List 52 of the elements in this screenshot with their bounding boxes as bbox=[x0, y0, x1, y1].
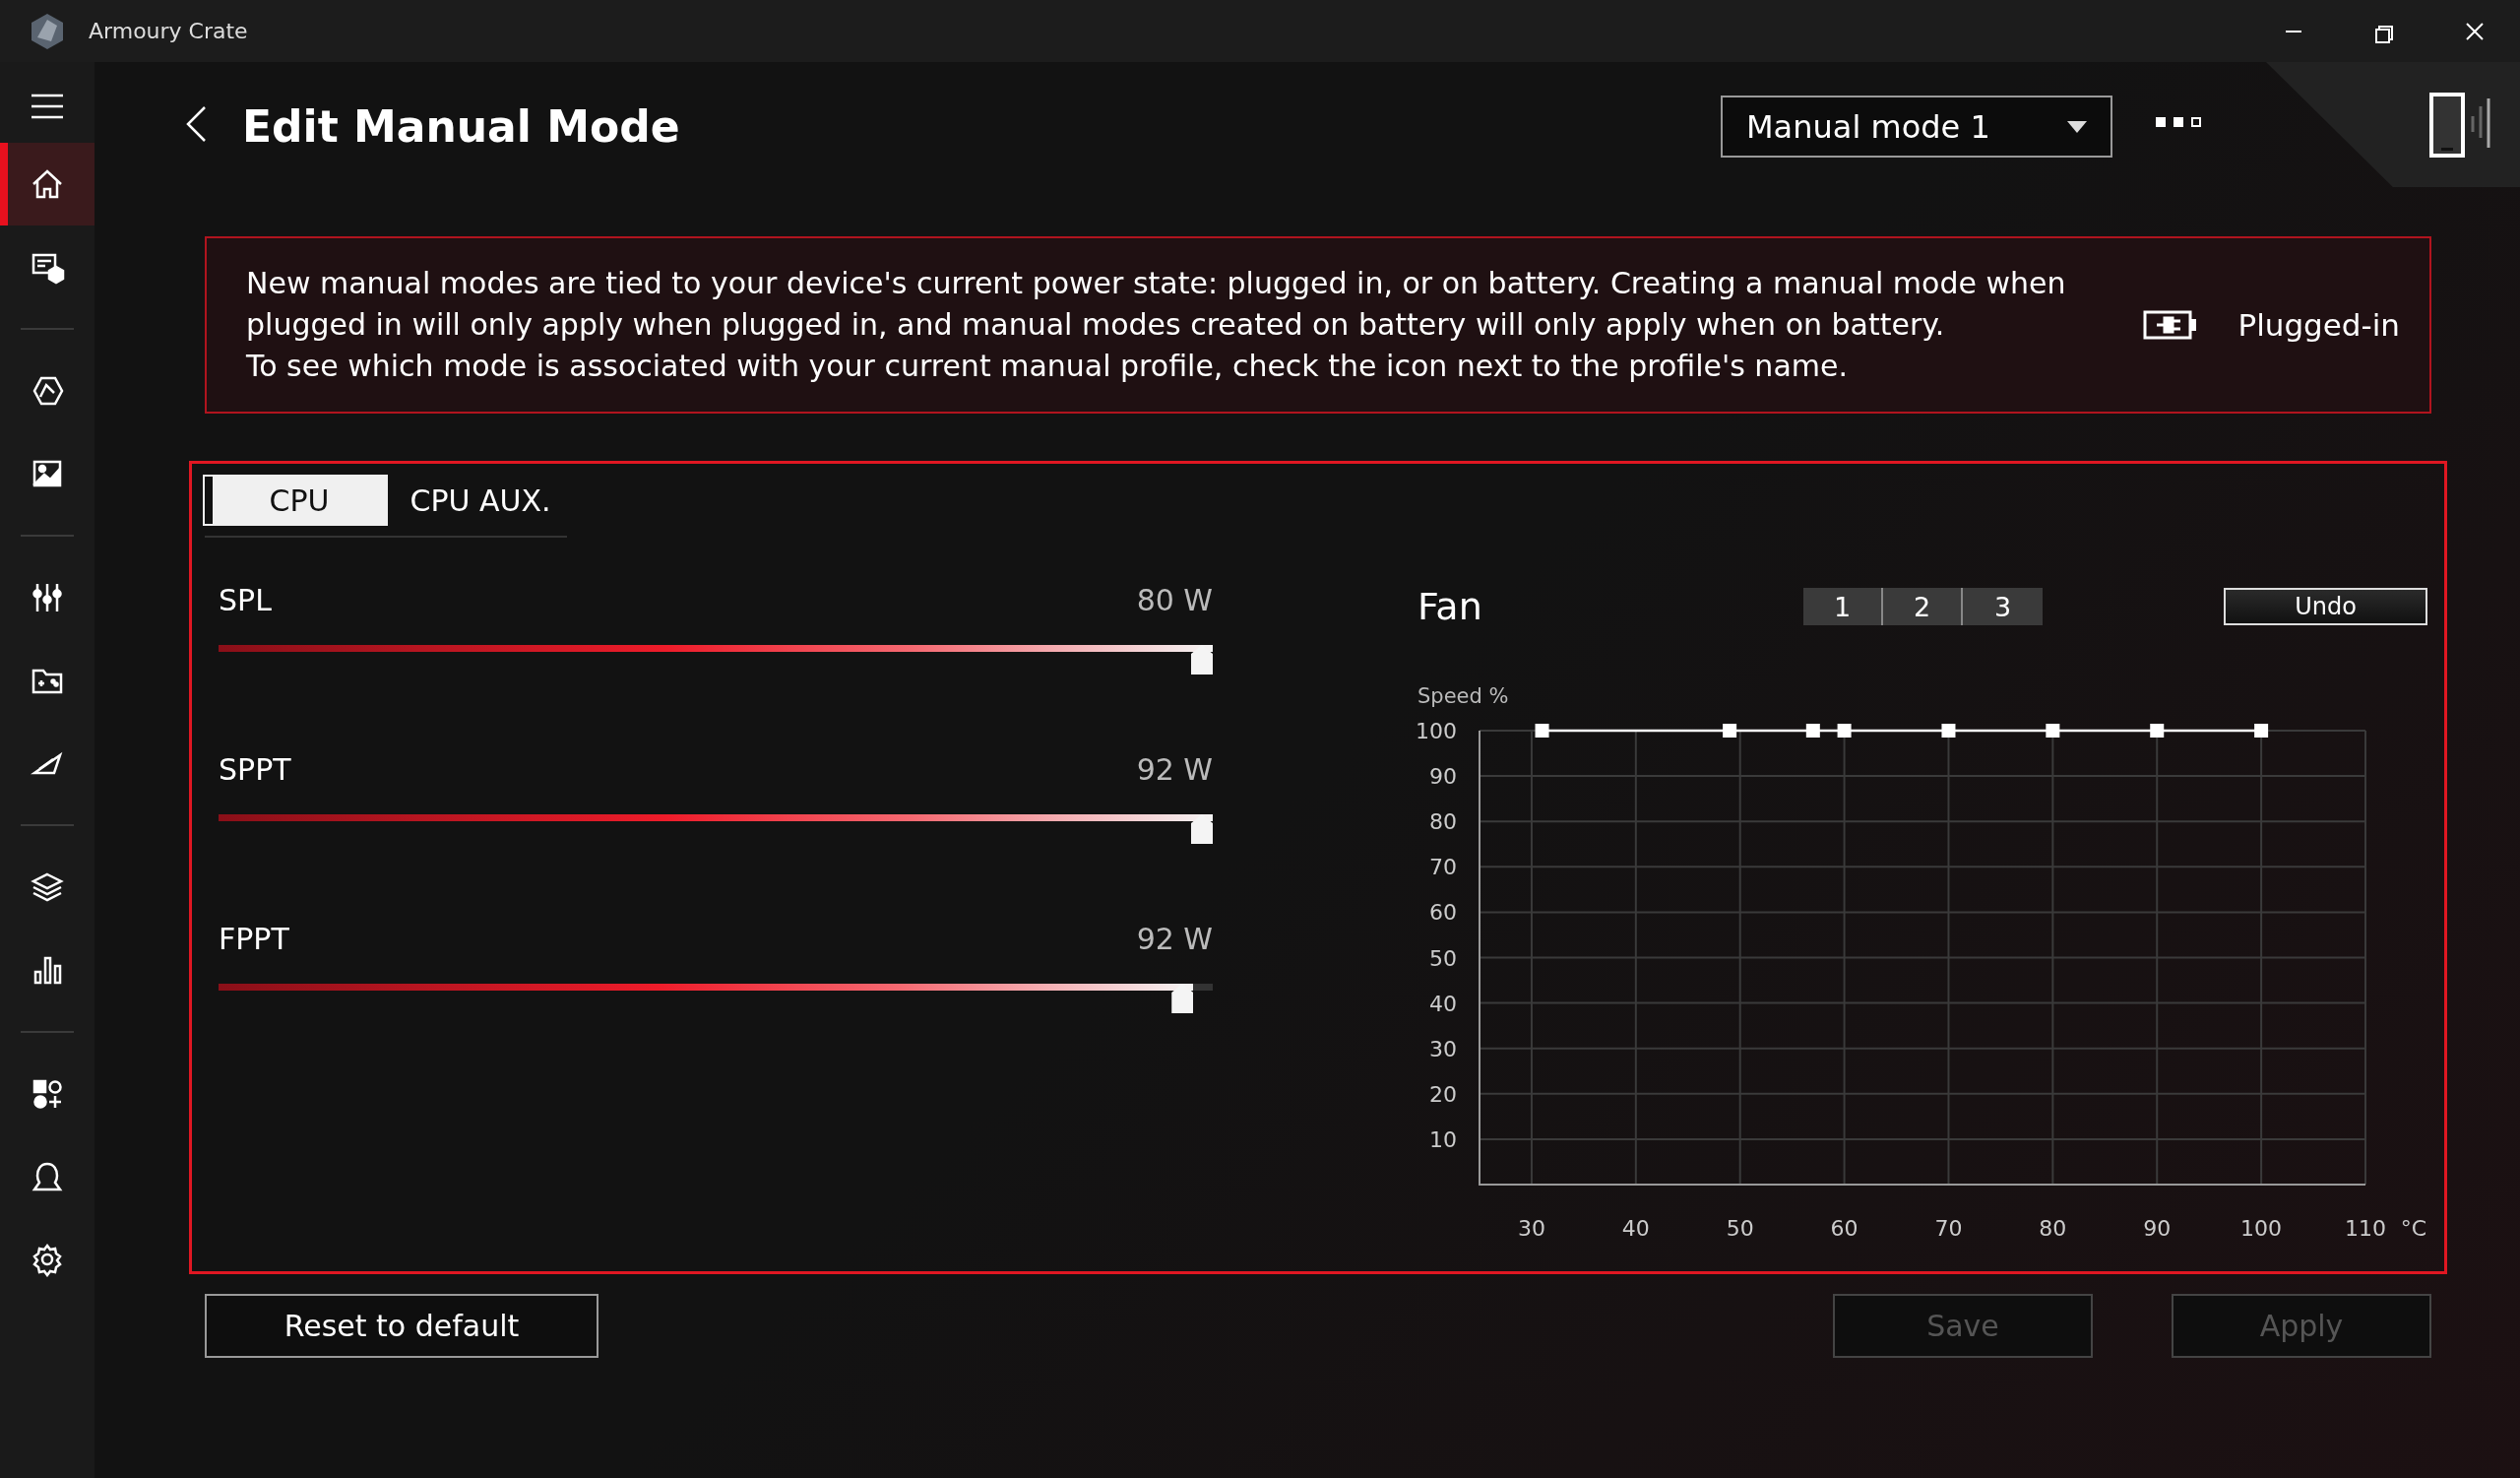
profile-tab[interactable]: 2 bbox=[1883, 588, 1963, 625]
y-tick-label: 90 bbox=[1429, 764, 1457, 790]
curve-point[interactable] bbox=[1805, 724, 1820, 738]
tab[interactable]: CPU AUX. bbox=[386, 477, 567, 524]
curve-point[interactable] bbox=[2254, 724, 2269, 738]
slider-label: SPL bbox=[219, 583, 272, 617]
x-tick-label: 70 bbox=[1934, 1216, 1963, 1241]
menu-icon[interactable] bbox=[31, 94, 64, 119]
y-tick-label: 100 bbox=[1418, 719, 1457, 743]
x-axis-label: °C bbox=[2400, 1216, 2426, 1241]
battery-plug-icon bbox=[2143, 310, 2199, 340]
x-tick-label: 80 bbox=[2039, 1216, 2067, 1241]
tab[interactable]: CPU bbox=[205, 477, 386, 524]
slider-value: 92 W bbox=[1136, 922, 1213, 956]
x-tick-label: 30 bbox=[1517, 1216, 1545, 1241]
y-axis-label: Speed % bbox=[1418, 684, 1509, 708]
page-title: Edit Manual Mode bbox=[242, 101, 680, 152]
y-tick-label: 10 bbox=[1429, 1126, 1457, 1152]
curve-point[interactable] bbox=[1723, 724, 1737, 738]
profile-tab[interactable]: 1 bbox=[1803, 588, 1883, 625]
slider-value: 92 W bbox=[1136, 752, 1213, 787]
y-tick-label: 50 bbox=[1429, 945, 1457, 971]
phone-icon[interactable] bbox=[2429, 92, 2492, 158]
undo-button[interactable]: Undo bbox=[2224, 588, 2427, 625]
notice-text: To see which mode is associated with your current manual profile, check the icon next to the profile's name. bbox=[246, 348, 1849, 385]
fan-curve-chart[interactable]: Speed % 10 20 30 40 50 60 70 80 90 100 30 40 50 60 70 80 90 100 110 °C bbox=[1418, 668, 2431, 1258]
y-tick-label: 20 bbox=[1429, 1081, 1457, 1107]
sidebar-item[interactable] bbox=[0, 143, 94, 225]
chevron-left-icon[interactable] bbox=[185, 105, 207, 143]
y-tick-label: 60 bbox=[1429, 900, 1457, 926]
x-tick-label: 50 bbox=[1726, 1216, 1754, 1241]
reset-button[interactable]: Reset to default bbox=[205, 1294, 598, 1358]
slider-value: 80 W bbox=[1136, 583, 1213, 617]
profile-tab[interactable]: 3 bbox=[1963, 588, 2043, 625]
y-tick-label: 70 bbox=[1429, 855, 1457, 880]
x-tick-label: 90 bbox=[2143, 1216, 2172, 1241]
power-state-label: Plugged-in bbox=[2237, 307, 2400, 343]
x-tick-label: 100 bbox=[2240, 1216, 2283, 1241]
window-title: Armoury Crate bbox=[89, 19, 248, 43]
slider-label: FPPT bbox=[219, 922, 289, 956]
y-tick-label: 80 bbox=[1429, 809, 1457, 835]
x-tick-label: 110 bbox=[2345, 1216, 2386, 1241]
slider-label: SPPT bbox=[219, 752, 291, 787]
x-tick-label: 60 bbox=[1830, 1216, 1858, 1241]
curve-point[interactable] bbox=[2150, 724, 2165, 738]
fan-title: Fan bbox=[1418, 585, 1483, 628]
x-tick-label: 40 bbox=[1621, 1216, 1650, 1241]
y-tick-label: 40 bbox=[1429, 991, 1457, 1016]
y-tick-label: 30 bbox=[1429, 1036, 1457, 1061]
notice-text: New manual modes are tied to your device's current power state: plugged in, or on battery. Creating a manual mode when plugged in will only apply when plugged in, and manual modes created on battery will only apply when on battery. bbox=[246, 265, 2067, 344]
mode-dropdown[interactable]: Manual mode 1 bbox=[1721, 96, 2112, 158]
caret-icon bbox=[2067, 120, 2087, 133]
